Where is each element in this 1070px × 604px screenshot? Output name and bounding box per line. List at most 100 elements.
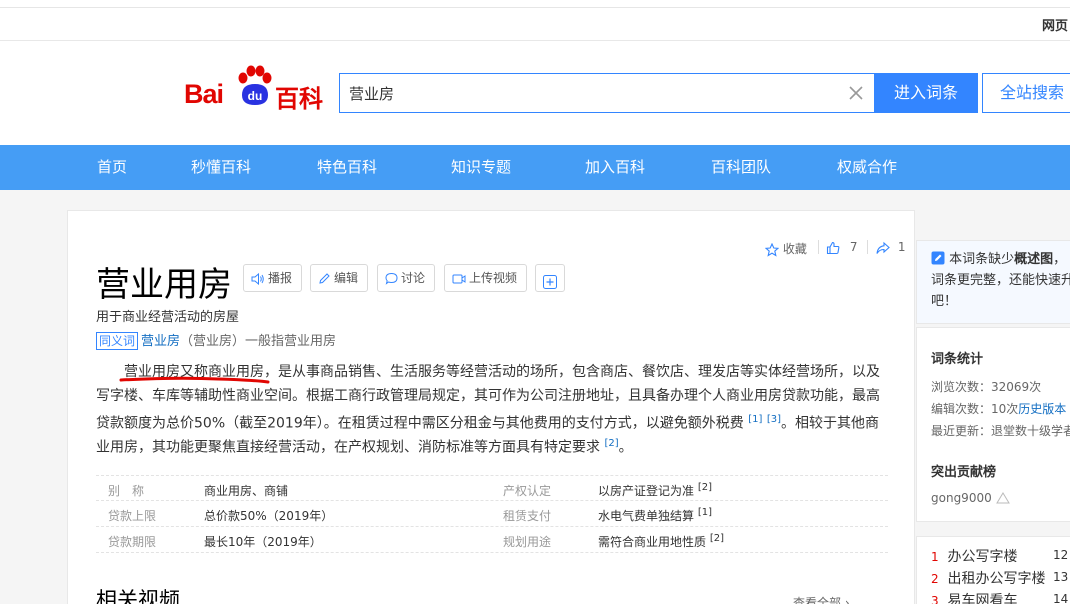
chat-bubble-icon [385, 272, 398, 285]
rank-count: 12 [1053, 548, 1069, 562]
infobox-value-text: 水电气费单独结算 [598, 509, 695, 523]
nav-item-topics[interactable]: 知识专题 [451, 145, 511, 190]
stats-title: 词条统计 [931, 352, 984, 367]
speaker-icon [251, 272, 264, 285]
pencil-icon [319, 273, 330, 284]
search-input[interactable] [340, 74, 840, 112]
search-box [339, 73, 875, 113]
paragraph-text: 业用房，其功能更聚焦直接经营活动，在产权规划、消防标准等方面具有特定要求 [96, 439, 600, 456]
synonym-tag: 同义词 [96, 332, 139, 350]
clear-icon[interactable] [846, 83, 866, 103]
edit-square-icon [931, 251, 945, 265]
notice-text: 本词条缺少 [949, 252, 1015, 267]
tool-divider [867, 240, 868, 254]
top-bar: 网页 [0, 0, 1070, 41]
share-button[interactable]: 1 [876, 240, 905, 255]
video-icon [452, 274, 466, 283]
notice-text: ， [1053, 252, 1067, 267]
nav-item-miaodong[interactable]: 秒懂百科 [191, 145, 251, 190]
citation-link[interactable]: [2] [698, 482, 712, 493]
add-button[interactable] [535, 264, 565, 292]
stats-views: 浏览次数：32069次 [931, 380, 1042, 394]
top-divider [0, 7, 1070, 8]
broadcast-label: 播报 [268, 271, 293, 285]
nav-item-cooperation[interactable]: 权威合作 [837, 145, 897, 190]
entry-description: 用于商业经营活动的房屋 [96, 310, 240, 325]
notice-line: 吧！ [931, 294, 958, 309]
paragraph-text: 。 [618, 439, 633, 456]
favorite-button[interactable]: 收藏 [765, 240, 807, 257]
infobox-value: 最长10年（2019年） [204, 535, 322, 549]
citation-link[interactable]: [1] [698, 507, 712, 518]
share-count: 1 [897, 240, 906, 254]
logo-bai-text: Bai [184, 79, 224, 109]
history-link[interactable]: 历史版本 [1018, 402, 1066, 416]
paw-icon: du [238, 65, 272, 105]
paragraph-text: ，是从事商品销售、生活服务等经营活动的场所，包含商店、餐饮店、理发店等实体经营场… [264, 364, 880, 380]
ranking-item[interactable]: 2 出租办公写字楼 13 [931, 568, 1068, 588]
contributor-item[interactable]: gong9000 [931, 491, 1010, 505]
paragraph-text: 。相较于其他商 [781, 415, 879, 432]
discuss-button[interactable]: 讨论 [377, 264, 436, 292]
edit-button[interactable]: 编辑 [310, 264, 369, 292]
discuss-label: 讨论 [401, 271, 426, 285]
citation-link[interactable]: [2] [604, 438, 618, 449]
stats-last-update: 最近更新：退堂数十级学者 [931, 424, 1070, 438]
stats-edits: 编辑次数：10次历史版本 [931, 400, 1066, 417]
synonym-line: 同义词 营业房（营业房）一般指营业用房 [96, 330, 336, 350]
citation-link[interactable]: [1] [748, 414, 762, 425]
webpage-link[interactable]: 网页 [1042, 15, 1068, 34]
rank-number: 3 [931, 594, 939, 604]
baidu-baike-logo[interactable]: Bai du 百科 [184, 65, 330, 113]
infobox-key: 别 称 [108, 484, 145, 498]
rank-label: 办公写字楼 [947, 549, 1018, 565]
site-search-button[interactable]: 全站搜索 [982, 73, 1070, 113]
rank-number: 2 [931, 572, 939, 586]
like-button[interactable]: 7 [826, 240, 857, 255]
nav-item-join[interactable]: 加入百科 [585, 145, 645, 190]
favorite-label: 收藏 [782, 242, 807, 256]
rank-count: 13 [1053, 570, 1069, 584]
upload-video-button[interactable]: 上传视频 [444, 264, 528, 292]
upload-video-label: 上传视频 [469, 271, 518, 285]
see-all-link[interactable]: 查看全部 › [793, 594, 850, 604]
infobox-row: 贷款上限 总价款50%（2019年） 租赁支付 水电气费单独结算 [1] [96, 501, 888, 527]
paragraph-line: 业用房，其功能更聚焦直接经营活动，在产权规划、消防标准等方面具有特定要求 [2]… [96, 432, 890, 460]
rank-number: 1 [931, 550, 939, 564]
infobox-value: 水电气费单独结算 [1] [598, 507, 712, 524]
synonym-link[interactable]: 营业房 [141, 334, 180, 349]
citation-link[interactable]: [2] [710, 533, 724, 544]
rank-count: 14 [1053, 592, 1069, 604]
star-icon [765, 242, 779, 257]
logo-baike-text: 百科 [275, 85, 323, 113]
infobox-key: 产权认定 [503, 484, 552, 498]
infobox-row: 别 称 商业用房、商铺 产权认定 以房产证登记为准 [2] [96, 475, 888, 501]
missing-image-notice: 本词条缺少概述图， 词条更完整，还能快速升 吧！ [916, 240, 1070, 324]
share-icon [876, 241, 890, 254]
contributors-title: 突出贡献榜 [931, 465, 997, 480]
citation-link[interactable]: [3] [767, 414, 781, 425]
ranking-item[interactable]: 3 易车网看车 14 [931, 590, 1068, 604]
infobox-value: 需符合商业用地性质 [2] [598, 533, 724, 550]
contributor-name: gong9000 [931, 491, 992, 505]
infobox-value: 总价款50%（2019年） [204, 509, 334, 523]
nav-item-featured[interactable]: 特色百科 [317, 145, 377, 190]
infobox-key: 规划用途 [503, 535, 552, 549]
infobox-value: 以房产证登记为准 [2] [598, 482, 712, 499]
entry-stats-panel: 词条统计 浏览次数：32069次 编辑次数：10次历史版本 最近更新：退堂数十级… [916, 327, 1070, 522]
ranking-item[interactable]: 1 办公写字楼 12 [931, 546, 1068, 566]
main-nav: 首页 秒懂百科 特色百科 知识专题 加入百科 百科团队 权威合作 [0, 145, 1070, 190]
rank-label: 易车网看车 [947, 593, 1018, 604]
logo-du-text: du [248, 89, 263, 103]
like-count: 7 [849, 240, 858, 254]
ranking-panel: 1 办公写字楼 12 2 出租办公写字楼 13 3 易车网看车 14 [916, 536, 1070, 604]
enter-entry-button[interactable]: 进入词条 [874, 73, 978, 113]
broadcast-button[interactable]: 播报 [243, 264, 303, 292]
synonym-note: （营业房）一般指营业用房 [180, 334, 337, 349]
header: Bai du 百科 进入词条 全站搜索 [0, 41, 1070, 145]
paragraph-text: 贷款额度为总价50%（截至2019年）。在租赁过程中需区分租金与其他费用的支付方… [96, 415, 744, 432]
nav-item-team[interactable]: 百科团队 [711, 145, 771, 190]
related-videos-heading: 相关视频 [96, 588, 180, 604]
nav-item-home[interactable]: 首页 [97, 145, 127, 190]
stats-edits-text: 编辑次数：10次 [931, 402, 1019, 416]
